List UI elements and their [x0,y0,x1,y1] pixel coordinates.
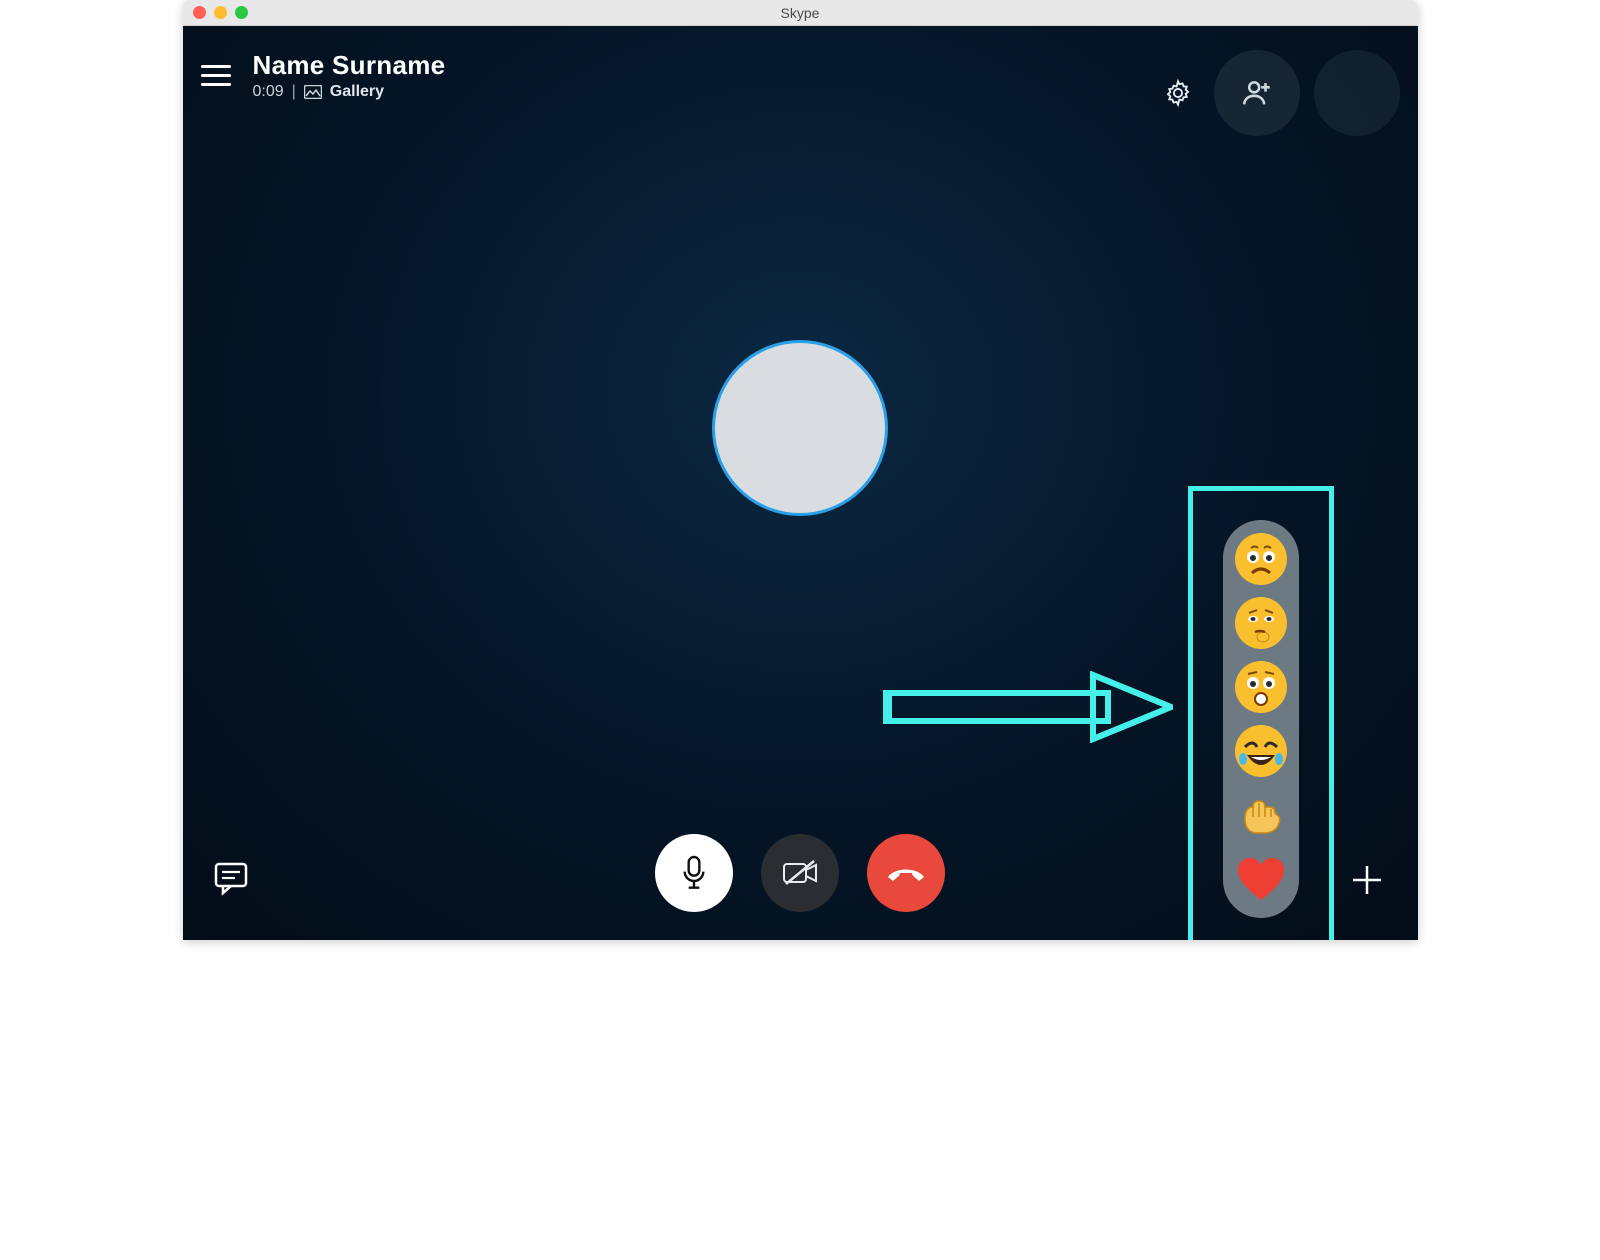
reaction-surprised[interactable] [1234,660,1288,714]
hamburger-icon [201,65,231,68]
reactions-panel [1223,520,1299,918]
arrow-icon [883,671,1173,743]
reaction-sad[interactable] [1234,532,1288,586]
heart-icon [1236,856,1286,902]
menu-button[interactable] [201,59,231,92]
sad-face-icon [1235,533,1287,585]
topbar-right [1156,50,1400,136]
add-participant-button[interactable] [1214,50,1300,136]
window-title: Skype [781,5,820,21]
reaction-thinking[interactable] [1234,596,1288,650]
self-preview[interactable] [1314,50,1400,136]
view-mode-label[interactable]: Gallery [330,83,384,101]
reaction-laughing[interactable] [1234,724,1288,778]
titlebar: Skype [183,0,1418,26]
annotation-arrow [883,671,1173,748]
call-controls [655,834,945,912]
gear-icon [1164,79,1192,107]
thinking-face-icon [1235,597,1287,649]
chat-icon [211,857,251,897]
end-call-button[interactable] [867,834,945,912]
add-person-icon [1240,76,1274,110]
callee-name: Name Surname [253,50,446,81]
chat-button[interactable] [211,857,251,902]
call-area: Name Surname 0:09 | Gallery [183,26,1418,940]
surprised-face-icon [1235,661,1287,713]
gallery-icon [304,85,322,99]
close-window-button[interactable] [193,6,206,19]
annotation-highlight-box [1188,486,1334,940]
participant-avatar [712,340,888,516]
topbar: Name Surname 0:09 | Gallery [201,50,1400,136]
more-button[interactable] [1350,863,1384,902]
reaction-fist[interactable] [1234,788,1288,842]
camera-off-icon [780,858,820,888]
plus-icon [1350,863,1384,897]
fist-icon [1235,789,1287,841]
minimize-window-button[interactable] [214,6,227,19]
mute-button[interactable] [655,834,733,912]
settings-button[interactable] [1156,71,1200,115]
topbar-left: Name Surname 0:09 | Gallery [201,50,446,101]
call-subline: 0:09 | Gallery [253,83,446,101]
reaction-heart[interactable] [1234,852,1288,906]
call-duration: 0:09 [253,83,284,101]
camera-button[interactable] [761,834,839,912]
app-window: Skype Name Surname 0:09 | [183,0,1418,940]
microphone-icon [678,854,710,892]
callee-info: Name Surname 0:09 | Gallery [253,50,446,101]
separator: | [292,83,296,101]
window-controls [183,6,248,19]
maximize-window-button[interactable] [235,6,248,19]
laughing-face-icon [1235,725,1287,777]
hangup-icon [885,863,927,883]
